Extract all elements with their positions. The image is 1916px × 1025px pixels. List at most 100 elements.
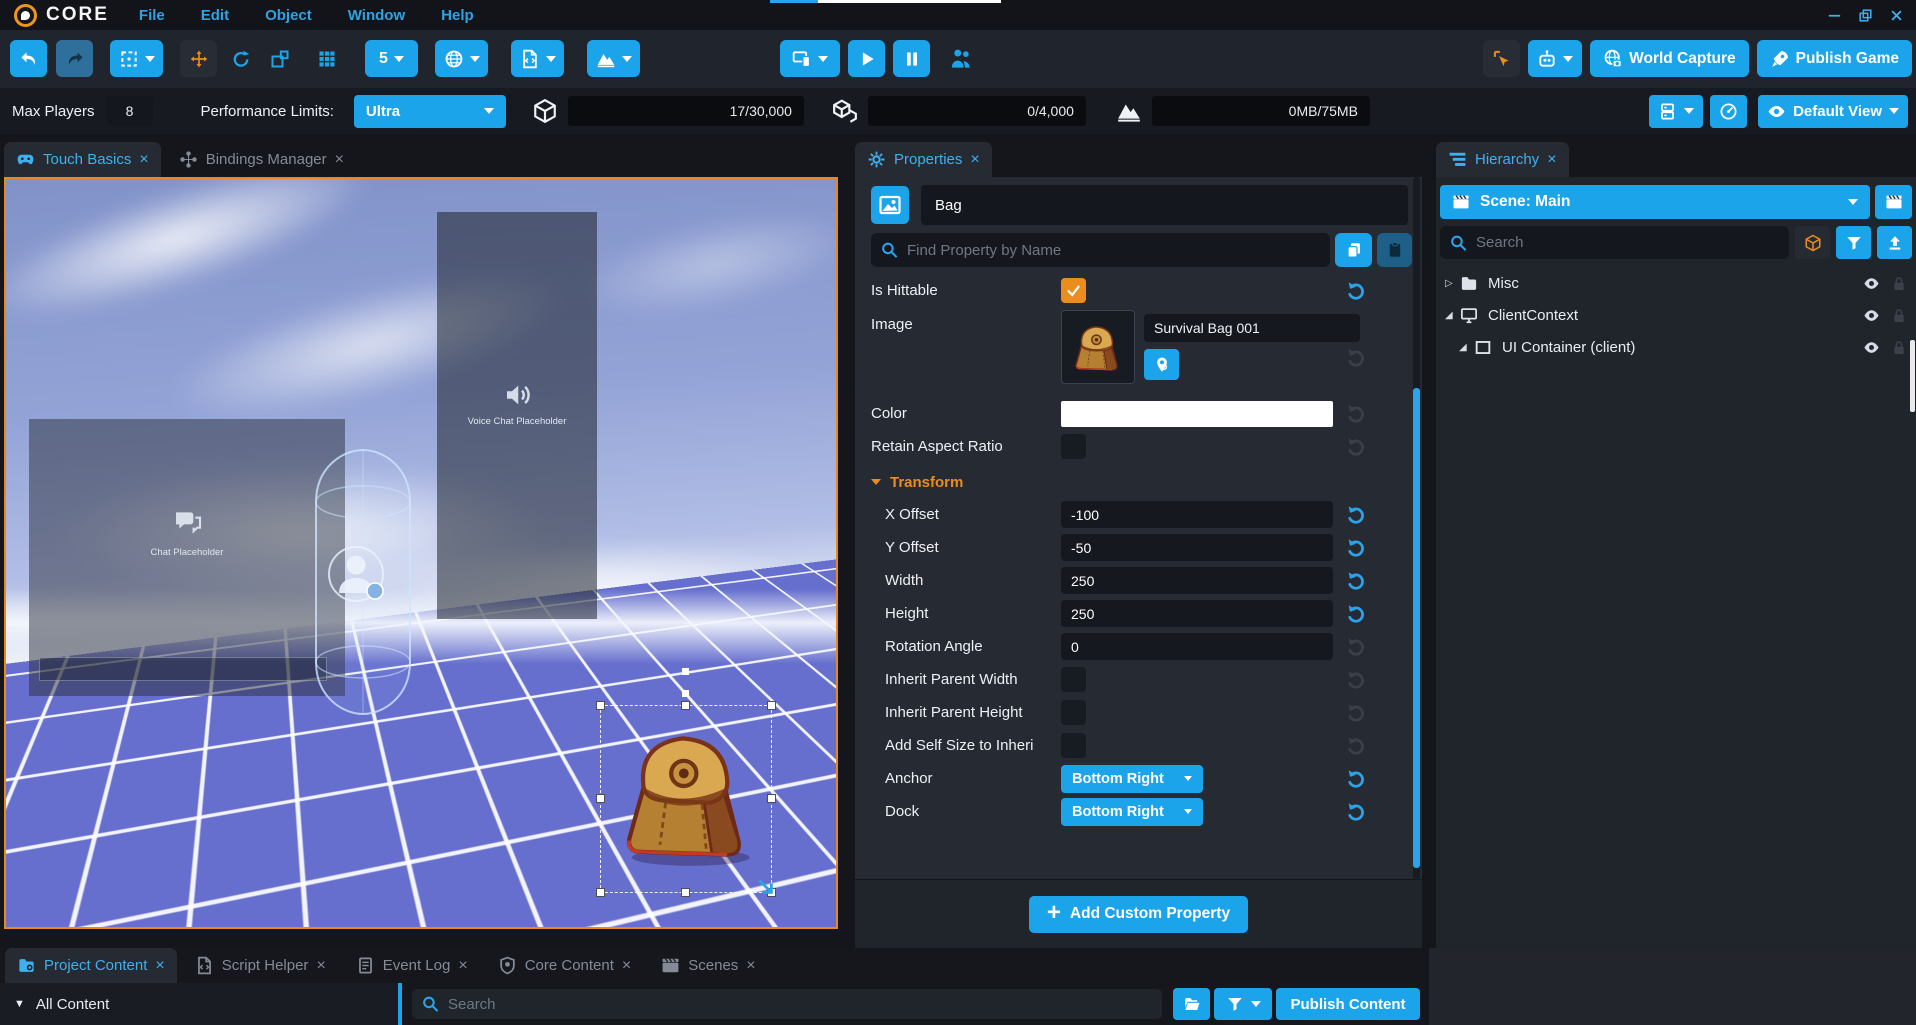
select-tool-dropdown[interactable] [110, 40, 163, 77]
expander-expanded-icon[interactable]: ▼ [14, 998, 25, 1010]
publish-content-button[interactable]: Publish Content [1276, 988, 1420, 1020]
reset-property-button[interactable] [1345, 436, 1367, 458]
multiplayer-test-button[interactable] [946, 40, 976, 77]
tree-row-ui-container-client[interactable]: ◢UI Container (client) [1440, 333, 1912, 362]
rotate-tool-button[interactable] [226, 40, 256, 77]
menu-edit[interactable]: Edit [201, 7, 229, 24]
world-capture-button[interactable]: World Capture [1590, 40, 1749, 77]
checkbox-inherit-parent-height[interactable] [1061, 700, 1086, 725]
reset-property-button[interactable] [1345, 669, 1367, 691]
tab-touch-basics[interactable]: Touch Basics× [4, 142, 161, 177]
content-search-input[interactable] [412, 989, 1162, 1019]
tab-hierarchy[interactable]: Hierarchy × [1436, 142, 1569, 177]
dropdown-dock[interactable]: Bottom Right [1061, 798, 1203, 826]
resize-handle[interactable] [596, 701, 605, 710]
tab-close-icon[interactable]: × [970, 152, 979, 168]
asset-name-value[interactable]: Survival Bag 001 [1144, 314, 1360, 342]
resize-handle[interactable] [596, 888, 605, 897]
redo-button[interactable] [56, 40, 93, 77]
ui-select-mode-button[interactable] [1483, 40, 1520, 77]
reset-property-button[interactable] [1345, 735, 1367, 757]
content-tree-header[interactable]: ▼ All Content [0, 983, 398, 1025]
checkbox-add-self-size-to-inheri[interactable] [1061, 733, 1086, 758]
reset-property-button[interactable] [1345, 403, 1367, 425]
reset-property-button[interactable] [1345, 280, 1367, 302]
menu-object[interactable]: Object [265, 7, 312, 24]
network-debug-button[interactable] [1795, 226, 1830, 259]
reset-property-button[interactable] [1345, 570, 1367, 592]
tab-close-icon[interactable]: × [335, 152, 344, 168]
scene-selector-dropdown[interactable]: Scene: Main [1440, 185, 1870, 219]
default-view-dropdown[interactable]: Default View [1758, 95, 1908, 128]
world-settings-dropdown[interactable] [435, 40, 488, 77]
property-search-input[interactable] [871, 233, 1330, 267]
scene-manager-button[interactable] [1875, 185, 1912, 219]
selection-box[interactable] [600, 705, 772, 893]
pivot-handle[interactable] [682, 668, 689, 675]
tab-close-icon[interactable]: × [622, 958, 631, 974]
performance-limits-dropdown[interactable]: Ultra [354, 95, 506, 128]
new-folder-button[interactable] [1173, 988, 1210, 1020]
lock-toggle[interactable] [1891, 276, 1907, 292]
pivot-handle[interactable] [682, 690, 689, 697]
field-x-offset[interactable] [1061, 501, 1333, 528]
tab-close-icon[interactable]: × [458, 958, 467, 974]
content-filter-dropdown[interactable] [1214, 988, 1272, 1020]
expander-collapsed-icon[interactable]: ▷ [1445, 278, 1459, 289]
lock-toggle[interactable] [1891, 308, 1907, 324]
visibility-toggle[interactable] [1861, 307, 1882, 324]
reset-property-button[interactable] [1345, 801, 1367, 823]
visibility-toggle[interactable] [1861, 275, 1882, 292]
paste-properties-button[interactable] [1377, 233, 1412, 267]
restore-button[interactable] [1858, 8, 1873, 23]
resize-handle[interactable] [767, 701, 776, 710]
voice-chat-placeholder[interactable]: Voice Chat Placeholder [437, 212, 597, 619]
max-players-value[interactable]: 8 [107, 96, 153, 126]
reset-property-button[interactable] [1345, 603, 1367, 625]
filter-button[interactable] [1836, 226, 1871, 259]
performance-monitor-button[interactable] [1710, 95, 1747, 128]
field-rotation-angle[interactable] [1061, 633, 1333, 660]
tab-close-icon[interactable]: × [746, 958, 755, 974]
play-button[interactable] [848, 40, 885, 77]
tab-close-icon[interactable]: × [155, 958, 164, 974]
reset-property-button[interactable] [1345, 702, 1367, 724]
image-asset-thumbnail[interactable] [1061, 310, 1135, 384]
preview-mode-dropdown[interactable] [780, 40, 840, 77]
visibility-toggle[interactable] [1861, 339, 1882, 356]
reset-property-button[interactable] [1345, 347, 1367, 369]
add-custom-property-button[interactable]: + Add Custom Property [1029, 896, 1248, 933]
menu-file[interactable]: File [139, 7, 165, 24]
tab-event-log[interactable]: Event Log× [344, 948, 480, 983]
checkbox-retain-aspect-ratio[interactable] [1061, 434, 1086, 459]
menu-help[interactable]: Help [441, 7, 474, 24]
hierarchy-search-input[interactable] [1440, 226, 1789, 259]
field-width[interactable] [1061, 567, 1333, 594]
tab-close-icon[interactable]: × [316, 958, 325, 974]
grid-snap-button[interactable] [312, 40, 342, 77]
tab-close-icon[interactable]: × [139, 152, 148, 168]
pause-button[interactable] [893, 40, 930, 77]
dropdown-anchor[interactable]: Bottom Right [1061, 765, 1203, 793]
tab-script-helper[interactable]: Script Helper× [183, 948, 338, 983]
tab-properties[interactable]: Properties × [855, 142, 992, 177]
lock-toggle[interactable] [1891, 340, 1907, 356]
field-height[interactable] [1061, 600, 1333, 627]
reset-property-button[interactable] [1345, 768, 1367, 790]
terrain-dropdown[interactable] [587, 40, 640, 77]
properties-scrollbar[interactable] [1413, 177, 1420, 880]
checkbox-inherit-parent-width[interactable] [1061, 667, 1086, 692]
color-swatch[interactable] [1061, 401, 1333, 427]
tab-scenes[interactable]: Scenes× [649, 948, 767, 983]
server-settings-dropdown[interactable] [1649, 95, 1703, 128]
npc-tools-dropdown[interactable] [1528, 40, 1582, 77]
player-spawn-capsule[interactable] [296, 442, 430, 722]
scale-tool-button[interactable] [265, 40, 295, 77]
resize-handle[interactable] [596, 794, 605, 803]
reset-property-button[interactable] [1345, 504, 1367, 526]
minimize-button[interactable] [1827, 8, 1842, 23]
field-y-offset[interactable] [1061, 534, 1333, 561]
publish-game-button[interactable]: Publish Game [1757, 40, 1912, 77]
move-tool-button[interactable] [180, 40, 217, 77]
script-dropdown[interactable] [511, 40, 564, 77]
